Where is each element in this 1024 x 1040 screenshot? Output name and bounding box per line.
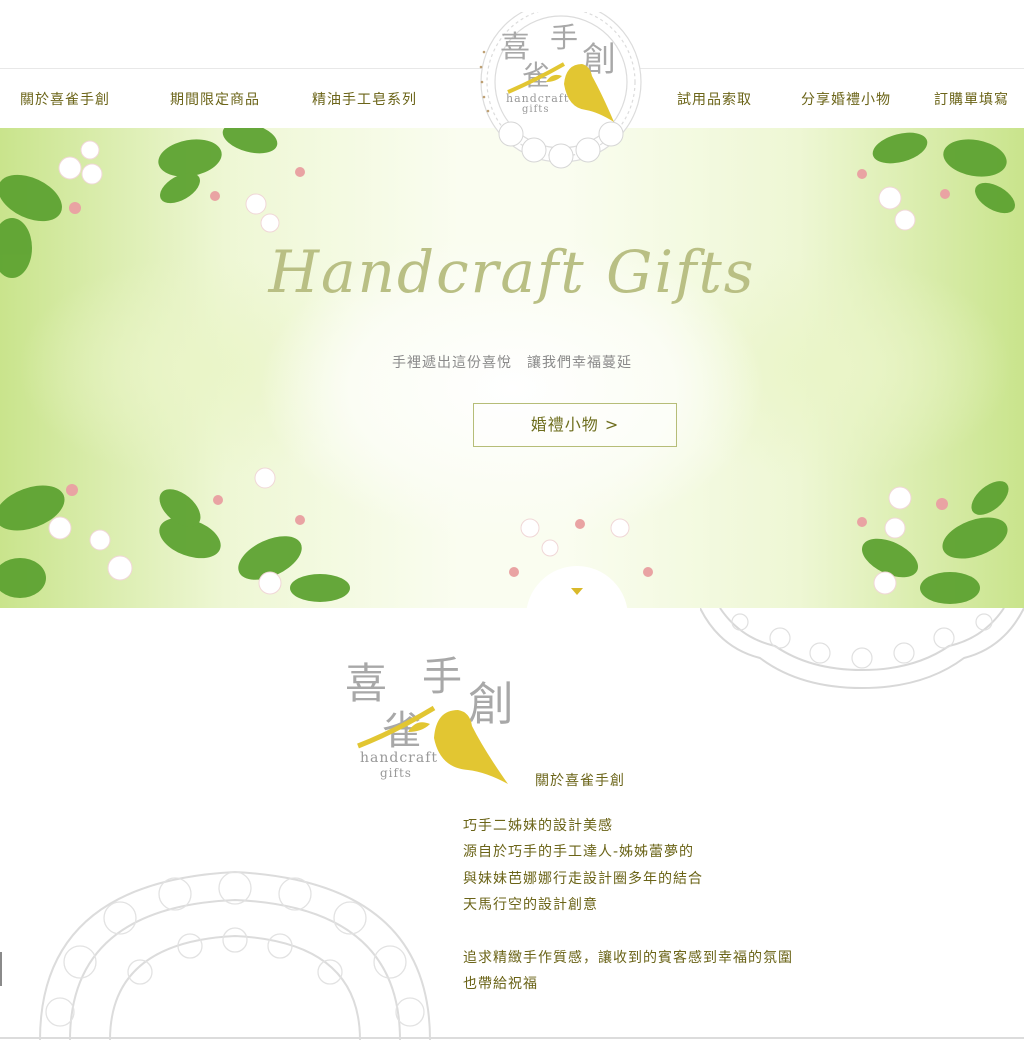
nav-item-order-form[interactable]: 訂購單填寫: [934, 89, 1009, 109]
nav-item-share-wedding[interactable]: 分享婚禮小物: [801, 89, 891, 109]
hero-title: Handcraft Gifts: [268, 238, 756, 306]
wedding-gifts-button[interactable]: 婚禮小物 >: [473, 403, 677, 447]
nav-item-limited[interactable]: 期間限定商品: [170, 89, 260, 109]
about-line: 巧手二姊妹的設計美感: [463, 818, 613, 834]
about-line: 源自於巧手的手工達人-姊姊蕾夢的: [463, 844, 695, 861]
about-line: 與妹妹芭娜娜行走設計圈多年的結合: [463, 870, 703, 887]
header-logo[interactable]: 喜 手 雀 創 handcraft gifts: [476, 1, 646, 172]
lace-doily-icon: [39, 870, 431, 1040]
about-text: 巧手二姊妹的設計美感 源自於巧手的手工達人-姊姊蕾夢的 與妹妹芭娜娜行走設計圈多…: [463, 813, 883, 998]
about-line: 也帶給祝福: [463, 976, 538, 993]
divider: [0, 1037, 1024, 1039]
about-line: 追求精緻手作質感，讓收到的賓客感到幸福的氛圍: [463, 949, 793, 966]
bird-icon: [507, 62, 614, 122]
about-heading: 關於喜雀手創: [535, 773, 625, 789]
chevron-down-icon: [571, 588, 583, 595]
about-logo-sub-handcraft: handcraft: [360, 750, 439, 766]
about-line: 天馬行空的設計創意: [463, 897, 598, 914]
scrollbar-edge: [0, 952, 2, 986]
lace-border-top-icon: [700, 608, 1024, 690]
nav-item-about[interactable]: 關於喜雀手創: [20, 89, 110, 109]
about-line: [463, 919, 883, 945]
about-logo-sub-gifts: gifts: [380, 766, 412, 780]
about-bird-icon: [357, 705, 508, 784]
about-logo: 喜 手 雀 創 handcraft gifts: [340, 640, 540, 800]
nav-item-sample[interactable]: 試用品索取: [677, 89, 752, 109]
hero-subtitle: 手裡遞出這份喜悅 讓我們幸福蔓延: [392, 355, 632, 371]
nav-item-soap[interactable]: 精油手工皂系列: [312, 89, 417, 109]
logo-sub-gifts: gifts: [522, 104, 550, 115]
hero-banner: Handcraft Gifts 手裡遞出這份喜悅 讓我們幸福蔓延 婚禮小物 >: [0, 128, 1024, 608]
